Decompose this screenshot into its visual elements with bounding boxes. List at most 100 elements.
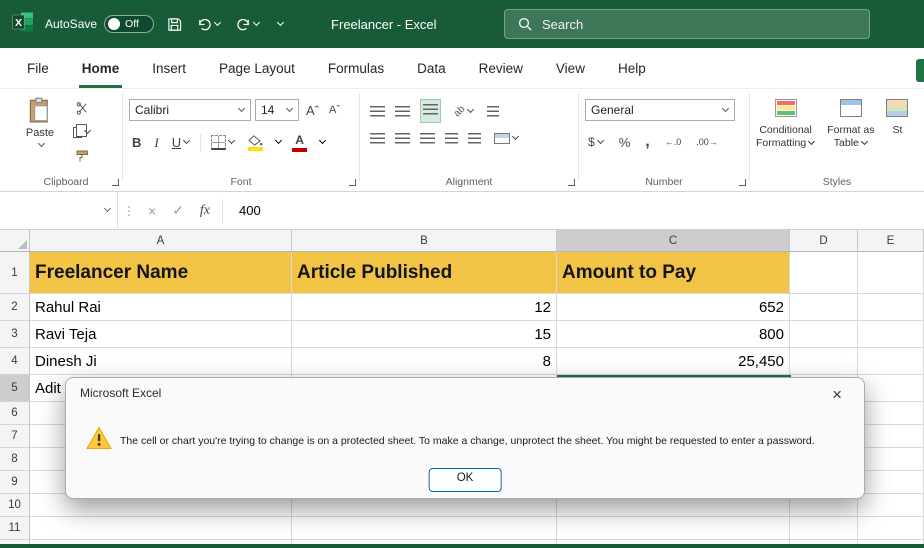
tab-help[interactable]: Help xyxy=(615,51,649,88)
tab-view[interactable]: View xyxy=(553,51,588,88)
cell-A2[interactable]: Rahul Rai xyxy=(30,294,292,321)
cell-A3[interactable]: Ravi Teja xyxy=(30,321,292,348)
cell-B2[interactable]: 12 xyxy=(292,294,557,321)
cell-D4[interactable] xyxy=(790,348,858,375)
align-left-icon[interactable] xyxy=(370,133,385,144)
tab-file[interactable]: File xyxy=(24,51,52,88)
row-header-2[interactable]: 2 xyxy=(0,294,30,321)
tab-formulas[interactable]: Formulas xyxy=(325,51,387,88)
tab-page-layout[interactable]: Page Layout xyxy=(216,51,298,88)
cell-D1[interactable] xyxy=(790,252,858,294)
insert-function-button[interactable]: fx xyxy=(192,203,218,219)
paste-button[interactable]: Paste xyxy=(18,97,62,151)
cell-C4[interactable]: 25,450 xyxy=(557,348,790,375)
comma-style-button[interactable]: , xyxy=(642,131,652,153)
align-center-icon[interactable] xyxy=(395,133,410,144)
accounting-format-button[interactable]: $ xyxy=(585,133,607,151)
row-header-11[interactable]: 11 xyxy=(0,517,30,540)
row-header-9[interactable]: 9 xyxy=(0,471,30,494)
orientation-button[interactable]: ab xyxy=(451,103,477,119)
save-button[interactable] xyxy=(165,15,184,34)
cell-E11[interactable] xyxy=(858,517,924,540)
tab-review[interactable]: Review xyxy=(476,51,526,88)
cell-E5[interactable] xyxy=(858,375,924,402)
cell-D11[interactable] xyxy=(790,517,858,540)
row-header-7[interactable]: 7 xyxy=(0,425,30,448)
format-painter-button[interactable] xyxy=(70,148,94,165)
column-header-B[interactable]: B xyxy=(292,230,557,252)
decrease-decimal-button[interactable]: .00→ xyxy=(693,135,721,149)
cell-C2[interactable]: 652 xyxy=(557,294,790,321)
decrease-indent-icon[interactable] xyxy=(445,133,458,144)
tab-home[interactable]: Home xyxy=(78,51,123,88)
middle-align-icon[interactable] xyxy=(395,105,410,117)
cell-D2[interactable] xyxy=(790,294,858,321)
cell-A1[interactable]: Freelancer Name xyxy=(30,252,292,294)
cell-D3[interactable] xyxy=(790,321,858,348)
autosave-control[interactable]: AutoSave Off xyxy=(45,15,155,33)
increase-indent-icon[interactable] xyxy=(468,133,481,144)
name-box[interactable] xyxy=(0,191,118,230)
column-header-A[interactable]: A xyxy=(30,230,292,252)
cell-E8[interactable] xyxy=(858,448,924,471)
cell-E10[interactable] xyxy=(858,494,924,517)
customize-quick-access-toolbar-button[interactable] xyxy=(273,18,286,29)
cell-styles-button-partial[interactable]: St xyxy=(880,99,914,137)
font-color-button[interactable]: A xyxy=(289,131,310,154)
font-size-combobox[interactable]: 14 xyxy=(255,99,299,121)
select-all-button[interactable] xyxy=(0,230,30,252)
cell-E3[interactable] xyxy=(858,321,924,348)
dialog-ok-button[interactable]: OK xyxy=(428,468,502,492)
undo-button[interactable] xyxy=(195,16,223,33)
cell-B1[interactable]: Article Published xyxy=(292,252,557,294)
underline-button[interactable]: U xyxy=(169,133,193,152)
cell-E4[interactable] xyxy=(858,348,924,375)
cell-B4[interactable]: 8 xyxy=(292,348,557,375)
cell-E6[interactable] xyxy=(858,402,924,425)
increase-font-size-button[interactable]: Aˆ xyxy=(303,101,322,120)
cell-C11[interactable] xyxy=(557,517,790,540)
cell-C3[interactable]: 800 xyxy=(557,321,790,348)
conditional-formatting-button[interactable]: Conditional Formatting xyxy=(750,99,821,150)
row-header-3[interactable]: 3 xyxy=(0,321,30,348)
number-dialog-launcher[interactable] xyxy=(739,179,746,186)
bottom-align-button[interactable] xyxy=(420,99,441,123)
enter-button[interactable]: ✓ xyxy=(164,202,192,219)
top-align-icon[interactable] xyxy=(370,105,385,117)
cancel-button[interactable]: × xyxy=(140,203,164,219)
cell-C1[interactable]: Amount to Pay xyxy=(557,252,790,294)
cell-E9[interactable] xyxy=(858,471,924,494)
excel-app-icon[interactable]: X xyxy=(12,11,34,38)
increase-decimal-button[interactable]: ←.0 xyxy=(662,135,685,149)
merge-and-center-button[interactable] xyxy=(491,131,522,146)
cell-A4[interactable]: Dinesh Ji xyxy=(30,348,292,375)
copy-button[interactable] xyxy=(70,124,94,140)
row-header-1[interactable]: 1 xyxy=(0,252,30,294)
clipboard-dialog-launcher[interactable] xyxy=(112,179,119,186)
font-name-combobox[interactable]: Calibri xyxy=(129,99,251,121)
alignment-dialog-launcher[interactable] xyxy=(568,179,575,186)
cell-E1[interactable] xyxy=(858,252,924,294)
search-box[interactable]: Search xyxy=(504,9,870,39)
number-format-combobox[interactable]: General xyxy=(585,99,735,121)
align-right-icon[interactable] xyxy=(420,133,435,144)
row-header-5[interactable]: 5 xyxy=(0,375,30,402)
column-header-D[interactable]: D xyxy=(790,230,858,252)
redo-button[interactable] xyxy=(234,16,262,33)
borders-button[interactable] xyxy=(208,133,238,152)
row-header-4[interactable]: 4 xyxy=(0,348,30,375)
format-as-table-button[interactable]: Format as Table xyxy=(821,99,880,150)
bold-button[interactable]: B xyxy=(129,133,144,152)
cell-A11[interactable] xyxy=(30,517,292,540)
row-header-10[interactable]: 10 xyxy=(0,494,30,517)
decrease-font-size-button[interactable]: Aˇ xyxy=(326,102,343,118)
wrap-text-icon[interactable] xyxy=(487,105,500,117)
cut-button[interactable] xyxy=(70,100,94,117)
tab-insert[interactable]: Insert xyxy=(149,51,189,88)
font-dialog-launcher[interactable] xyxy=(349,179,356,186)
cell-E2[interactable] xyxy=(858,294,924,321)
formula-bar-handle[interactable]: ⋮ xyxy=(118,204,140,218)
share-button-partial[interactable] xyxy=(916,59,924,82)
column-header-E[interactable]: E xyxy=(858,230,924,252)
cell-E7[interactable] xyxy=(858,425,924,448)
